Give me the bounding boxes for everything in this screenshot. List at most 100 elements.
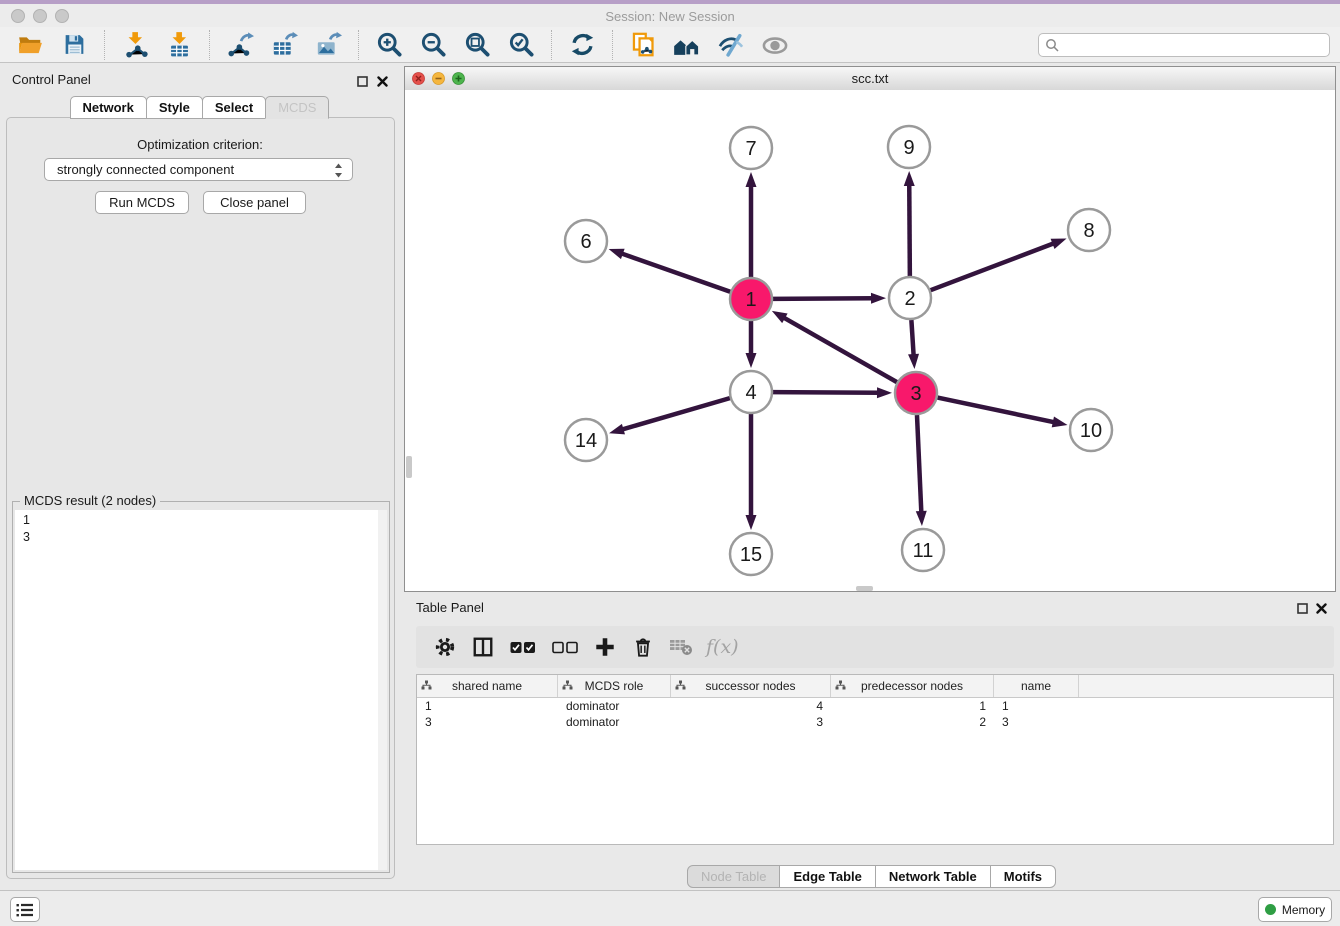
- edge-3-1[interactable]: [782, 317, 897, 382]
- select-all-rows-icon[interactable]: [508, 633, 538, 661]
- cell-predecessor-nodes[interactable]: 2: [831, 715, 994, 729]
- list-icon: [16, 902, 34, 918]
- cell-shared-name[interactable]: 1: [417, 699, 558, 713]
- cell-successor-nodes[interactable]: 3: [671, 715, 831, 729]
- edge-2-3[interactable]: [911, 320, 913, 357]
- show-column-icon[interactable]: [470, 633, 496, 661]
- status-bar: Memory: [0, 890, 1340, 926]
- cell-name[interactable]: 3: [994, 715, 1079, 729]
- column-header-label: predecessor nodes: [861, 679, 963, 693]
- dropdown-stepper-icon: [334, 163, 343, 181]
- edge-arrow-2-8: [1051, 239, 1067, 249]
- zoom-fit-icon[interactable]: [463, 30, 491, 60]
- node-table: shared nameMCDS rolesuccessor nodes prede…: [416, 674, 1334, 845]
- export-image-icon[interactable]: [314, 30, 342, 60]
- tab-network[interactable]: Network: [70, 96, 147, 119]
- import-network-icon[interactable]: [121, 30, 149, 60]
- function-builder-icon[interactable]: f(x): [706, 636, 739, 658]
- column-header-MCDS-role[interactable]: MCDS role: [558, 675, 671, 697]
- task-history-button[interactable]: [10, 897, 40, 922]
- hierarchy-icon: [562, 680, 573, 694]
- tab-style[interactable]: Style: [146, 96, 203, 119]
- criterion-dropdown[interactable]: strongly connected component: [44, 158, 353, 181]
- column-header-successor-nodes[interactable]: successor nodes: [671, 675, 831, 697]
- show-graphics-details-icon[interactable]: [761, 30, 789, 60]
- edge-1-6[interactable]: [620, 253, 730, 292]
- mcds-result-area[interactable]: 13: [15, 510, 387, 870]
- edge-arrow-4-3: [877, 387, 892, 398]
- open-session-icon[interactable]: [16, 30, 44, 60]
- tab-edge-table[interactable]: Edge Table: [779, 865, 875, 888]
- edge-4-14[interactable]: [621, 398, 730, 430]
- table-row[interactable]: 1dominator411: [417, 698, 1333, 714]
- memory-button[interactable]: Memory: [1258, 897, 1332, 922]
- import-table-icon[interactable]: [165, 30, 193, 60]
- column-header-shared-name[interactable]: shared name: [417, 675, 558, 697]
- cell-MCDS-role[interactable]: dominator: [558, 715, 671, 729]
- table-row[interactable]: 3dominator323: [417, 714, 1333, 730]
- network-window-titlebar[interactable]: scc.txt: [405, 67, 1335, 91]
- delete-table-icon[interactable]: [668, 633, 694, 661]
- hide-graphics-details-icon[interactable]: [717, 30, 745, 60]
- save-session-icon[interactable]: [60, 30, 88, 60]
- tab-select[interactable]: Select: [202, 96, 266, 119]
- search-input[interactable]: [1038, 33, 1330, 57]
- toolbar-separator: [612, 30, 613, 60]
- table-panel-float-icon[interactable]: [1297, 601, 1308, 619]
- edge-2-9[interactable]: [909, 183, 910, 276]
- cell-MCDS-role[interactable]: dominator: [558, 699, 671, 713]
- cell-successor-nodes[interactable]: 4: [671, 699, 831, 713]
- copy-network-icon[interactable]: [629, 30, 657, 60]
- close-panel-button[interactable]: Close panel: [203, 191, 306, 214]
- column-header-name[interactable]: name: [994, 675, 1079, 697]
- hierarchy-icon: [421, 680, 432, 694]
- result-line: 3: [15, 529, 387, 546]
- edge-arrow-2-9: [904, 171, 915, 186]
- apply-layout-icon[interactable]: [568, 30, 596, 60]
- edge-3-10[interactable]: [938, 398, 1056, 423]
- table-panel-close-icon[interactable]: [1316, 601, 1327, 619]
- horizontal-splitter[interactable]: [404, 592, 1340, 596]
- result-lines: 13: [15, 510, 387, 546]
- tab-mcds[interactable]: MCDS: [265, 96, 329, 119]
- delete-column-icon[interactable]: [630, 633, 656, 661]
- tab-node-table[interactable]: Node Table: [687, 865, 781, 888]
- network-canvas[interactable]: 1234678910111415: [405, 90, 1335, 591]
- column-header-predecessor-nodes[interactable]: predecessor nodes: [831, 675, 994, 697]
- application-window: Session: New Session: [0, 0, 1340, 926]
- zoom-in-icon[interactable]: [375, 30, 403, 60]
- network-close-icon[interactable]: [412, 72, 425, 85]
- toolbar-separator: [104, 30, 105, 60]
- cell-shared-name[interactable]: 3: [417, 715, 558, 729]
- table-options-icon[interactable]: [432, 633, 458, 661]
- cell-predecessor-nodes[interactable]: 1: [831, 699, 994, 713]
- graph-node-label-14: 14: [575, 430, 597, 452]
- edge-3-11[interactable]: [917, 415, 921, 514]
- export-network-icon[interactable]: [226, 30, 254, 60]
- graph-node-label-1: 1: [745, 289, 756, 311]
- toolbar-separator: [209, 30, 210, 60]
- cell-name[interactable]: 1: [994, 699, 1079, 713]
- tab-motifs[interactable]: Motifs: [990, 865, 1056, 888]
- edge-2-8[interactable]: [931, 243, 1056, 290]
- column-header-label: name: [1021, 679, 1051, 693]
- result-scrollbar[interactable]: [378, 510, 387, 870]
- export-table-icon[interactable]: [270, 30, 298, 60]
- zoom-out-icon[interactable]: [419, 30, 447, 60]
- optimization-criterion-label: Optimization criterion:: [0, 137, 400, 152]
- network-maximize-icon[interactable]: [452, 72, 465, 85]
- show-all-networks-icon[interactable]: [673, 30, 701, 60]
- edge-4-3[interactable]: [773, 392, 880, 393]
- deselect-all-rows-icon[interactable]: [550, 633, 580, 661]
- canvas-horizontal-scrollbar[interactable]: [856, 586, 873, 591]
- graph-node-label-8: 8: [1083, 220, 1094, 242]
- tab-network-table[interactable]: Network Table: [875, 865, 991, 888]
- canvas-vertical-scrollbar[interactable]: [406, 456, 412, 478]
- add-column-icon[interactable]: [592, 633, 618, 661]
- run-mcds-button[interactable]: Run MCDS: [95, 191, 189, 214]
- edge-1-2[interactable]: [773, 298, 874, 299]
- control-panel-float-icon[interactable]: [357, 74, 368, 92]
- control-panel-close-icon[interactable]: [377, 74, 388, 92]
- network-minimize-icon[interactable]: [432, 72, 445, 85]
- zoom-selected-icon[interactable]: [507, 30, 535, 60]
